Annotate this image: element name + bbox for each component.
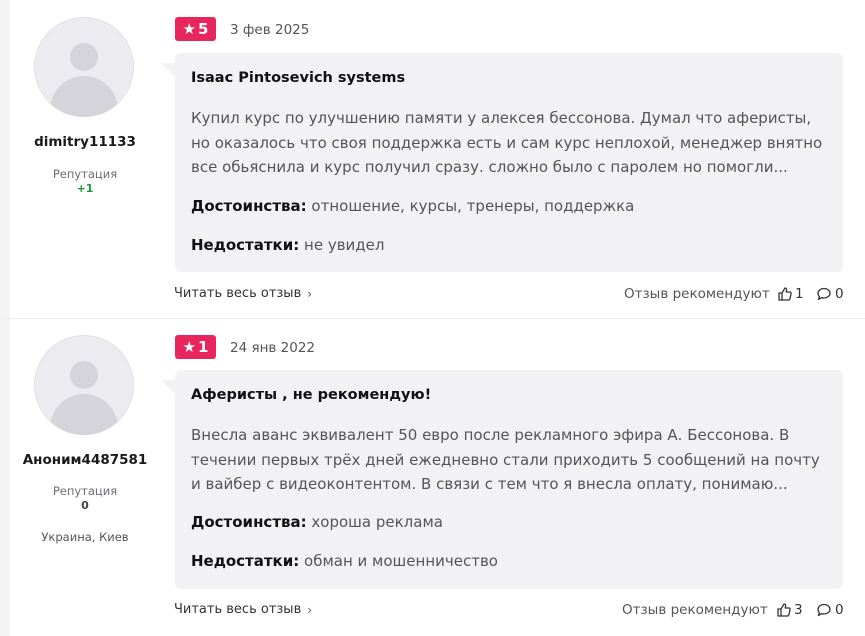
like-count: 3 [794, 602, 803, 618]
review-pros: Достоинства: отношение, курсы, тренеры, … [191, 197, 634, 215]
review-pros: Достоинства: хороша реклама [191, 513, 443, 531]
chevron-right-icon: › [307, 602, 313, 617]
rating-badge: ★ 1 [175, 335, 216, 359]
cons-text: обман и мошенничество [304, 552, 498, 570]
user-avatar-icon [70, 361, 98, 389]
avatar[interactable] [34, 17, 134, 117]
review-title[interactable]: Аферисты , не рекомендую! [191, 387, 431, 403]
comment-count: 0 [835, 286, 844, 302]
rating-badge: ★ 5 [175, 17, 216, 41]
recommend-label: Отзыв рекомендуют [624, 286, 770, 302]
like-button[interactable]: 1 [777, 286, 804, 302]
cons-text: не увидел [304, 236, 385, 254]
pros-label: Достоинства: [191, 197, 307, 215]
pros-label: Достоинства: [191, 513, 307, 531]
like-button[interactable]: 3 [776, 602, 803, 618]
reviews-list: dimitry11133 Репутация +1 ★ 5 3 фев 2025… [0, 0, 865, 636]
username[interactable]: Аноним4487581 [10, 452, 160, 468]
cons-label: Недостатки: [191, 236, 300, 254]
read-more-link[interactable]: Читать весь отзыв › [174, 602, 312, 617]
comment-count: 0 [835, 602, 844, 618]
review-date: 3 фев 2025 [230, 22, 310, 38]
reputation-value: +1 [76, 182, 94, 195]
reputation-label: Репутация [52, 484, 118, 498]
rating-value: 1 [198, 338, 209, 356]
review-text: Купил курс по улучшению памяти у алексея… [191, 109, 823, 176]
username[interactable]: dimitry11133 [10, 134, 160, 150]
recommend-label: Отзыв рекомендуют [622, 602, 768, 618]
review-item: Аноним4487581 Репутация 0 Украина, Киев … [10, 319, 865, 636]
review-text: Внесла аванс эквивалент 50 евро после ре… [191, 426, 820, 493]
star-icon: ★ [182, 19, 196, 38]
cons-label: Недостатки: [191, 552, 300, 570]
rating-value: 5 [198, 20, 209, 38]
read-more-link[interactable]: Читать весь отзыв › [174, 286, 312, 301]
reputation-label: Репутация [52, 167, 118, 181]
review-title[interactable]: Isaac Pintosevich systems [191, 70, 405, 86]
review-card: Аферисты , не рекомендую! Внесла аванс э… [161, 370, 843, 589]
comments-button[interactable]: 0 [816, 602, 844, 618]
thumbs-up-icon [777, 286, 793, 302]
review-cons: Недостатки: обман и мошенничество [191, 552, 498, 570]
review-cons: Недостатки: не увидел [191, 236, 385, 254]
review-date: 24 янв 2022 [230, 340, 316, 356]
comment-icon [816, 602, 832, 618]
chevron-right-icon: › [307, 286, 313, 301]
review-item: dimitry11133 Репутация +1 ★ 5 3 фев 2025… [10, 0, 865, 318]
like-count: 1 [795, 286, 804, 302]
review-card: Isaac Pintosevich systems Купил курс по … [161, 53, 843, 272]
thumbs-up-icon [776, 602, 792, 618]
avatar[interactable] [34, 335, 134, 435]
star-icon: ★ [182, 337, 196, 356]
pros-text: хороша реклама [311, 513, 443, 531]
user-avatar-icon [70, 43, 98, 71]
pros-text: отношение, курсы, тренеры, поддержка [311, 197, 635, 215]
reputation-value: 0 [81, 499, 89, 512]
comment-icon [816, 286, 832, 302]
comments-button[interactable]: 0 [816, 286, 844, 302]
user-location: Украина, Киев [41, 530, 129, 544]
